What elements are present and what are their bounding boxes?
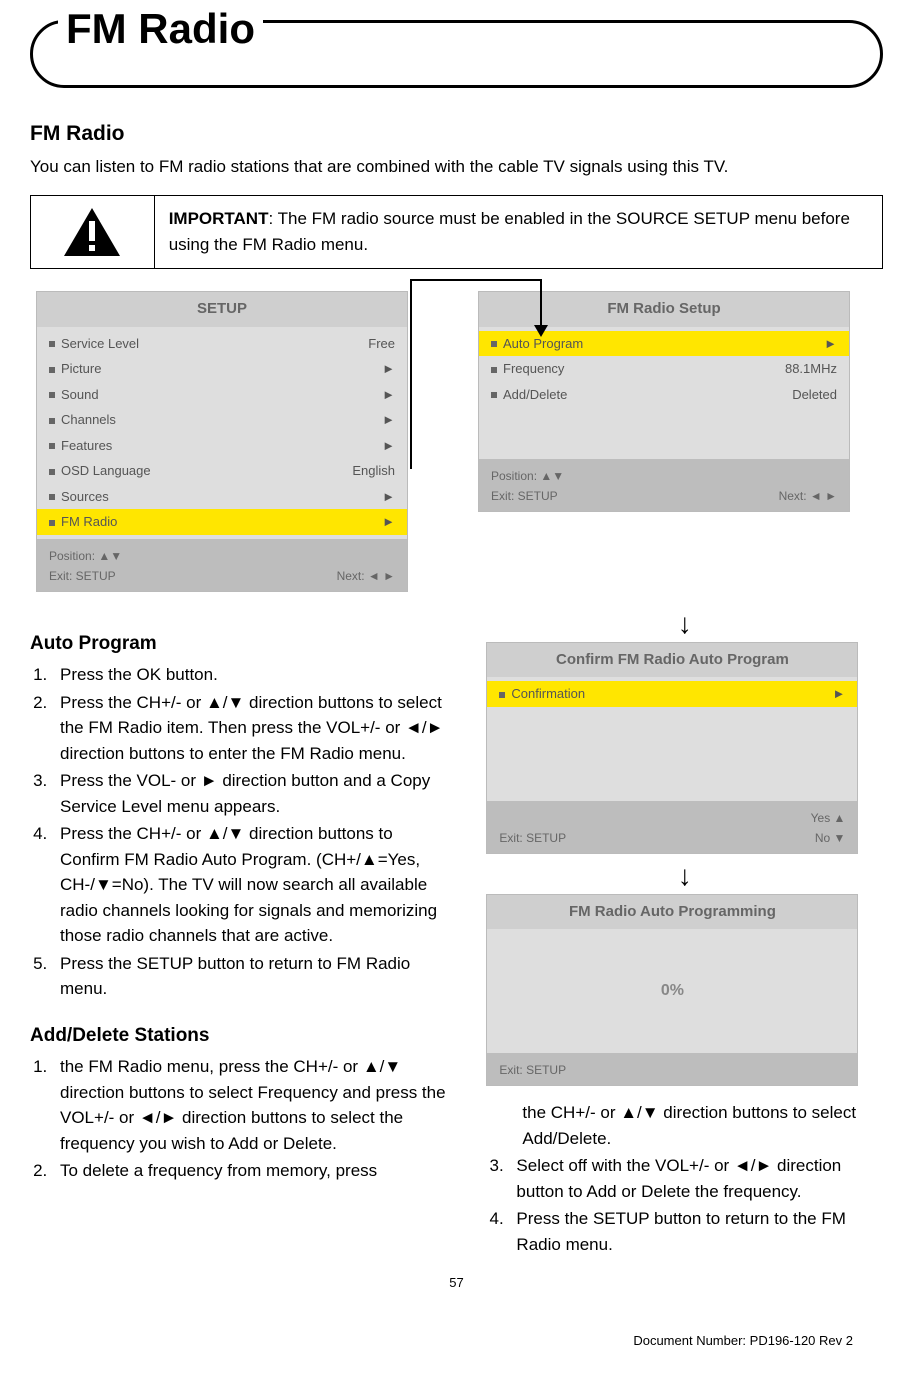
- screen-confirm-title: Confirm FM Radio Auto Program: [487, 643, 857, 678]
- intro-text: You can listen to FM radio stations that…: [30, 154, 883, 180]
- step: Press the CH+/- or ▲/▼ direction buttons…: [52, 821, 446, 949]
- step: To delete a frequency from memory, press: [52, 1158, 446, 1184]
- important-body: : The FM radio source must be enabled in…: [169, 209, 850, 254]
- arrow-head-icon: [534, 325, 548, 337]
- auto-program-steps: Press the OK button. Press the CH+/- or …: [30, 662, 446, 1002]
- step: Press the CH+/- or ▲/▼ direction buttons…: [52, 690, 446, 767]
- screen-fm-setup-title: FM Radio Setup: [479, 292, 849, 327]
- step: Press the SETUP button to return to FM R…: [52, 951, 446, 1002]
- important-text: IMPORTANT: The FM radio source must be e…: [155, 196, 882, 268]
- progress-value: 0%: [499, 979, 845, 1003]
- screen-progress: FM Radio Auto Programming 0% Exit: SETUP: [486, 894, 858, 1087]
- heading-auto-program: Auto Program: [30, 630, 446, 659]
- step-continuation: the CH+/- or ▲/▼ direction buttons to se…: [486, 1100, 883, 1151]
- heading-add-delete: Add/Delete Stations: [30, 1022, 446, 1051]
- page-header: FM Radio: [30, 20, 883, 88]
- screen-confirm: Confirm FM Radio Auto Program Confirmati…: [486, 642, 858, 854]
- screen-setup: SETUP Service LevelFree Picture► Sound► …: [36, 291, 408, 592]
- step: Press the SETUP button to return to the …: [508, 1206, 883, 1257]
- arrow-down-icon: ↓: [486, 614, 883, 634]
- step: the FM Radio menu, press the CH+/- or ▲/…: [52, 1054, 446, 1156]
- step: Press the VOL- or ► direction button and…: [52, 768, 446, 819]
- warning-icon-cell: [31, 196, 155, 268]
- add-delete-right-steps: Select off with the VOL+/- or ◄/► direct…: [486, 1153, 883, 1257]
- warning-icon: [62, 206, 122, 258]
- section-heading-fmradio: FM Radio: [30, 118, 883, 150]
- important-label: IMPORTANT: [169, 209, 269, 228]
- step: Press the OK button.: [52, 662, 446, 688]
- important-box: IMPORTANT: The FM radio source must be e…: [30, 195, 883, 269]
- screen-setup-title: SETUP: [37, 292, 407, 327]
- step: Select off with the VOL+/- or ◄/► direct…: [508, 1153, 883, 1204]
- add-delete-left-steps: the FM Radio menu, press the CH+/- or ▲/…: [30, 1054, 446, 1184]
- page-title: FM Radio: [58, 0, 263, 60]
- document-number: Document Number: PD196-120 Rev 2: [633, 1331, 853, 1351]
- arrow-down-icon: ↓: [486, 866, 883, 886]
- page-number: 57: [30, 1273, 883, 1293]
- screens-row: SETUP Service LevelFree Picture► Sound► …: [30, 291, 883, 604]
- screen-progress-title: FM Radio Auto Programming: [487, 895, 857, 930]
